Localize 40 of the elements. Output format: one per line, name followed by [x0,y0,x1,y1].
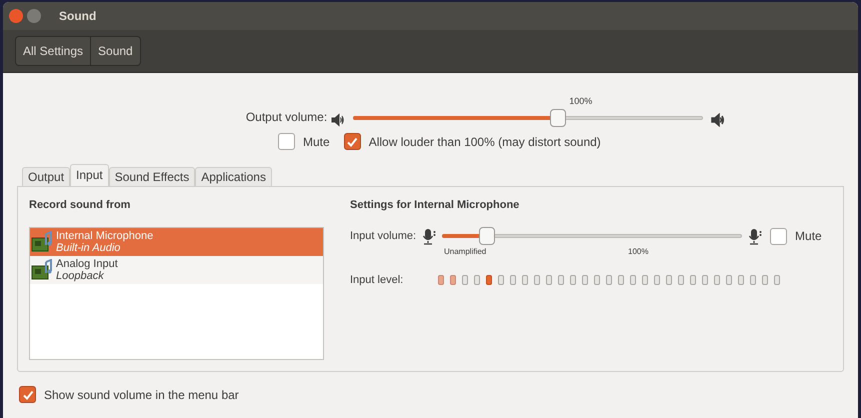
device-name: Internal Microphone [56,230,154,242]
speaker-low-icon [331,112,346,126]
device-name: Analog Input [56,258,118,270]
output-volume-label: Output volume: [246,108,328,126]
device-description: Built-in Audio [56,242,122,254]
checkbox-label: Mute [795,228,822,245]
tab[interactable]: Input [70,164,109,186]
input-volume-label: Input volume: [350,228,416,244]
checkbox[interactable] [19,386,36,403]
slider-mark-label: Unamplified [444,246,488,258]
window-title: Sound [59,8,96,25]
input-level-label: Input level: [350,273,404,288]
close-button[interactable] [9,9,23,23]
checkbox-label: Mute [303,134,330,150]
section-heading: Record sound from [29,198,132,212]
breadcrumb-button[interactable]: All Settings [16,37,90,65]
tab[interactable]: Sound Effects [108,166,196,186]
device-description: Loopback [56,270,105,282]
checkbox[interactable] [770,228,788,244]
slider-thumb[interactable] [550,108,566,126]
microphone-low-icon [422,228,436,244]
checkbox-label: Allow louder than 100% (may distort sound) [368,134,601,150]
volume-slider[interactable] [353,108,704,126]
checkbox-label: Show sound volume in the menu bar [44,386,239,404]
section-heading: Settings for Internal Microphone [350,198,520,212]
tab[interactable]: Output [22,166,70,186]
checkbox[interactable] [344,133,361,150]
slider-thumb[interactable] [479,227,496,245]
volume-slider[interactable] [442,227,742,245]
tab[interactable]: Applications [195,166,272,186]
sound-card-icon [31,231,53,253]
breadcrumb-button[interactable]: Sound [90,37,140,65]
speaker-high-icon [711,112,726,126]
slider-mark-label: 100% [628,246,648,258]
microphone-high-icon [748,228,762,244]
device-row[interactable]: Analog Input Loopback [30,256,323,284]
minimize-button[interactable] [27,9,41,23]
slider-mark-label: 100% [569,95,594,108]
checkbox[interactable] [278,133,295,150]
sound-card-icon [31,259,53,281]
